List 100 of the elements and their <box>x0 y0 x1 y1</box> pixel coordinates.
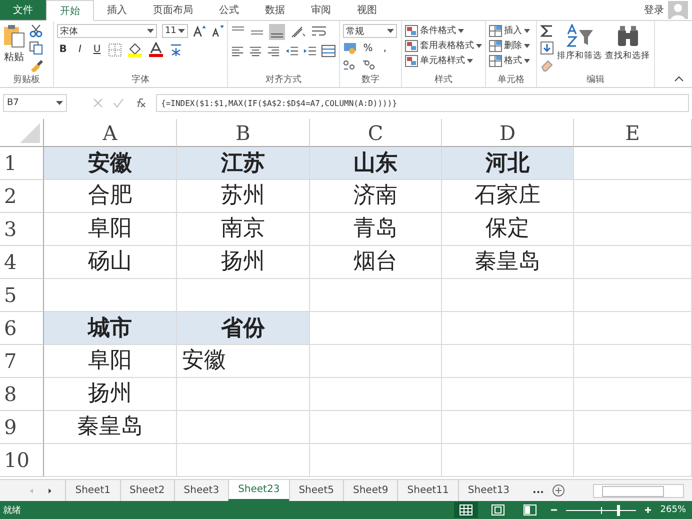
zoom-slider-thumb[interactable] <box>616 504 620 516</box>
grow-font-icon[interactable] <box>193 24 206 38</box>
normal-view-icon[interactable] <box>454 502 478 518</box>
name-box[interactable]: B7 <box>3 94 67 112</box>
table-style-icon <box>405 40 418 52</box>
table-cell: 保定 <box>442 213 574 246</box>
italic-button[interactable]: I <box>74 44 86 55</box>
align-left-icon[interactable] <box>231 44 244 58</box>
sum-icon[interactable] <box>540 24 554 38</box>
table-cell: 江苏 <box>177 147 310 180</box>
ribbon-tab[interactable]: 视图 <box>344 0 390 20</box>
formula-field[interactable]: {=INDEX($1:$1,MAX(IF($A$2:$D$4=A7,COLUMN(A:D))))} <box>156 94 689 112</box>
ribbon-tab[interactable]: 插入 <box>94 0 140 20</box>
caret-icon <box>467 58 473 62</box>
cut-icon[interactable] <box>29 24 43 38</box>
row-header[interactable]: 4 <box>0 246 44 279</box>
bottom-align-icon[interactable] <box>269 24 285 40</box>
next-sheet-icon[interactable] <box>48 486 52 494</box>
bold-button[interactable]: B <box>57 44 69 55</box>
zoom-in-icon[interactable] <box>644 506 652 514</box>
sort-filter-button[interactable]: 排序和筛选 <box>557 24 602 73</box>
zoom-level[interactable]: 265% <box>660 505 686 515</box>
font-name-field[interactable]: 宋体 <box>57 24 157 38</box>
cell-grid-icon <box>489 40 502 52</box>
format-painter-icon[interactable] <box>29 58 43 72</box>
caret-icon <box>476 44 482 48</box>
row-header[interactable]: 10 <box>0 444 44 477</box>
cell-grid-icon <box>489 24 502 36</box>
add-sheet-icon[interactable] <box>552 484 565 497</box>
table-cell: 秦皇岛 <box>442 246 574 279</box>
find-select-button[interactable]: 查找和选择 <box>605 24 650 73</box>
underline-button[interactable]: U <box>91 44 103 55</box>
cells-menu-button[interactable]: 格式 <box>489 54 533 67</box>
orientation-icon[interactable] <box>290 25 306 39</box>
binoculars-icon <box>616 24 640 48</box>
table-cell: 烟台 <box>310 246 442 279</box>
row-header[interactable]: 8 <box>0 378 44 411</box>
ribbon-tab[interactable]: 审阅 <box>298 0 344 20</box>
zoom-slider[interactable] <box>566 504 636 516</box>
horizontal-scrollbar[interactable] <box>592 484 684 498</box>
border-icon[interactable] <box>108 42 122 56</box>
merge-cells-icon[interactable] <box>321 44 336 58</box>
table-cell: 济南 <box>310 180 442 213</box>
collapse-ribbon-icon[interactable] <box>674 76 684 82</box>
row-header[interactable]: 9 <box>0 411 44 444</box>
ribbon-tab[interactable]: 页面布局 <box>140 0 206 20</box>
caret-icon <box>524 28 530 32</box>
copy-icon[interactable] <box>29 41 43 55</box>
row-header[interactable]: 2 <box>0 180 44 213</box>
percent-button[interactable]: % <box>362 43 374 54</box>
table-cell: 城市 <box>44 312 177 345</box>
comma-button[interactable]: , <box>379 43 391 54</box>
increase-indent-icon[interactable] <box>303 44 316 58</box>
align-center-icon[interactable] <box>249 44 262 58</box>
table-cell: 青岛 <box>310 213 442 246</box>
styles-menu-button[interactable]: 套用表格格式 <box>405 39 482 52</box>
phonetic-icon[interactable] <box>169 42 183 57</box>
group-label: 单元格 <box>496 74 526 87</box>
caret-icon <box>387 29 394 33</box>
table-cell: 安徽 <box>177 345 310 378</box>
caret-icon <box>524 44 530 48</box>
caret-icon <box>178 29 186 33</box>
cells-menu-button[interactable]: 插入 <box>489 24 533 37</box>
ribbon-tab[interactable]: 公式 <box>206 0 252 20</box>
cells-menu-button[interactable]: 删除 <box>489 39 533 52</box>
number-format-field[interactable]: 常规 <box>343 24 397 38</box>
fill-color-icon[interactable] <box>127 42 143 57</box>
table-cell: 扬州 <box>177 246 310 279</box>
sign-in-link[interactable]: 登录 <box>640 0 668 20</box>
row-header[interactable]: 5 <box>0 279 44 312</box>
eraser-icon[interactable] <box>540 58 554 72</box>
shrink-font-icon[interactable] <box>211 24 224 38</box>
paste-button[interactable]: 粘贴 <box>3 24 25 73</box>
insert-function-icon[interactable] <box>134 98 146 108</box>
table-cell: 扬州 <box>44 378 177 411</box>
table-cell: 苏州 <box>177 180 310 213</box>
sheet-tab[interactable]: Sheet23 <box>228 480 289 501</box>
increase-decimal-icon[interactable] <box>343 59 357 71</box>
table-cell: 石家庄 <box>442 180 574 213</box>
table-cell: 山东 <box>310 147 442 180</box>
caret-icon <box>56 101 63 105</box>
decrease-decimal-icon[interactable] <box>362 59 376 71</box>
align-right-icon[interactable] <box>267 44 280 58</box>
styles-menu-button[interactable]: 条件格式 <box>405 24 482 37</box>
ribbon-tab[interactable]: 开始 <box>46 0 94 21</box>
column-header[interactable]: E <box>574 119 692 147</box>
file-tab[interactable]: 文件 <box>0 0 46 20</box>
ribbon-tab[interactable]: 数据 <box>252 0 298 20</box>
group-label: 样式 <box>434 74 454 87</box>
more-sheets-button[interactable]: ... <box>518 480 552 501</box>
decrease-indent-icon[interactable] <box>285 44 298 58</box>
table-cell: 阜阳 <box>44 345 177 378</box>
fill-down-icon[interactable] <box>540 41 554 55</box>
group-label: 数字 <box>360 74 380 87</box>
font-color-icon[interactable] <box>148 42 164 57</box>
row-header[interactable]: 3 <box>0 213 44 246</box>
table-cell: 省份 <box>177 312 310 345</box>
font-size-field[interactable]: 11 <box>162 24 188 38</box>
row-header[interactable]: 7 <box>0 345 44 378</box>
styles-menu-button[interactable]: 单元格样式 <box>405 54 482 67</box>
